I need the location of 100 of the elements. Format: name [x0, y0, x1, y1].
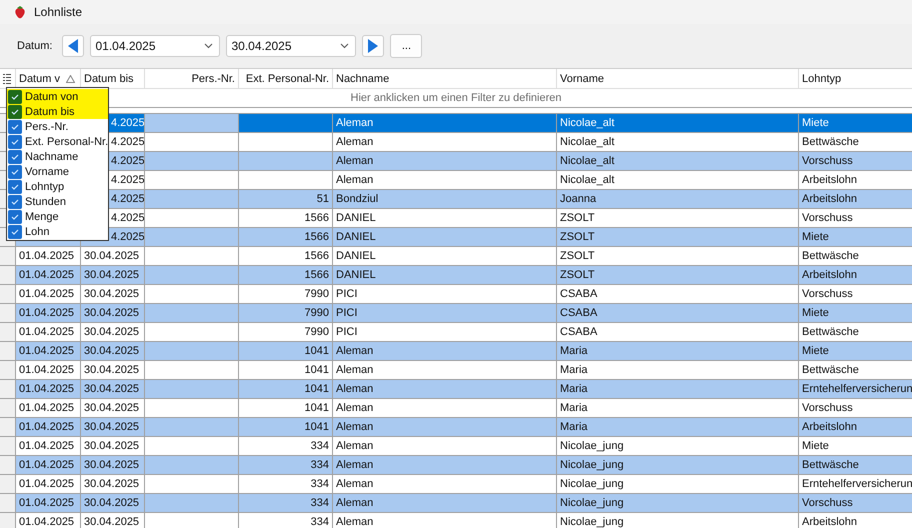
table-cell: ZSOLT	[557, 266, 799, 284]
table-cell: 30.04.2025	[81, 247, 145, 265]
table-cell: Aleman	[333, 513, 557, 528]
table-row[interactable]: 01.04.2025 30.04.2025 1041 Aleman Maria Vorschuss	[0, 399, 912, 418]
checkmark-icon	[11, 108, 19, 114]
checkbox[interactable]	[8, 150, 22, 164]
checkbox[interactable]	[8, 90, 22, 104]
table-cell: Vorschuss	[799, 399, 912, 417]
list-icon	[3, 74, 11, 84]
table-cell: PICI	[333, 285, 557, 303]
table-row[interactable]: 01.04.2025 30.04.2025 334 Aleman Nicolae_jung Miete	[0, 437, 912, 456]
checkbox[interactable]	[8, 120, 22, 134]
table-cell: DANIEL	[333, 209, 557, 227]
table-row[interactable]: 01.04.2025 30.04.2025 1041 Aleman Maria Miete	[0, 342, 912, 361]
date-value: 30.04.2025	[231, 39, 292, 53]
date-from-dropdown[interactable]: 01.04.2025	[90, 35, 220, 57]
table-cell: Bettwäsche	[799, 361, 912, 379]
table-cell: Aleman	[333, 361, 557, 379]
checkbox[interactable]	[8, 194, 22, 208]
table-cell: 01.04.2025	[16, 494, 81, 512]
checkmark-icon	[11, 184, 19, 190]
more-button[interactable]: ...	[390, 34, 422, 58]
column-header[interactable]: Ext. Personal-Nr.	[239, 69, 333, 88]
checkbox[interactable]	[8, 224, 22, 238]
table-cell: 1566	[239, 209, 333, 227]
checkbox[interactable]	[8, 164, 22, 178]
table-cell: 7990	[239, 323, 333, 341]
menu-item-label: Stunden	[25, 196, 66, 208]
left-triangle-icon	[67, 38, 80, 54]
table-row[interactable]: 01.04.2025 30.04.2025 1041 Aleman Maria Erntehelferversicherun	[0, 380, 912, 399]
table-row[interactable]: 01.04.2025 30.04.2025 7990 PICI CSABA Miete	[0, 304, 912, 323]
checkbox[interactable]	[8, 104, 22, 118]
header-label: Pers.-Nr.	[192, 72, 235, 84]
column-header[interactable]: Nachname	[333, 69, 557, 88]
table-cell: Aleman	[333, 437, 557, 455]
menu-item-label: Lohntyp	[25, 180, 64, 192]
header-label: Lohntyp	[802, 72, 842, 84]
table-row[interactable]: 01.04.2025 30.04.2025 1041 Aleman Maria Arbeitslohn	[0, 418, 912, 437]
table-row[interactable]: 01.04.2025 30.04.2025 334 Aleman Nicolae_jung Vorschuss	[0, 494, 912, 513]
table-cell: 334	[239, 494, 333, 512]
table-row[interactable]: 01.04.2025 30.04.2025 7990 PICI CSABA Bettwäsche	[0, 323, 912, 342]
table-cell: Maria	[557, 380, 799, 398]
previous-button[interactable]	[62, 35, 84, 57]
menu-item[interactable]: Datum von	[7, 89, 108, 104]
table-cell: Erntehelferversicherun	[799, 475, 912, 493]
table-cell: DANIEL	[333, 228, 557, 246]
checkmark-icon	[11, 124, 19, 130]
checkmark-icon	[11, 94, 19, 100]
table-cell: 01.04.2025	[16, 266, 81, 284]
table-cell: 1041	[239, 361, 333, 379]
table-cell: ZSOLT	[557, 247, 799, 265]
table-row[interactable]: 01.04.2025 30.04.2025 1566 DANIEL ZSOLT Arbeitslohn	[0, 266, 912, 285]
table-cell: PICI	[333, 304, 557, 322]
menu-item[interactable]: Datum bis	[7, 104, 108, 119]
column-header[interactable]: Pers.-Nr.	[145, 69, 239, 88]
table-cell: 01.04.2025	[16, 475, 81, 493]
date-to-dropdown[interactable]: 30.04.2025	[226, 35, 356, 57]
column-header[interactable]: Vorname	[557, 69, 799, 88]
focused-cell[interactable]	[145, 114, 239, 132]
table-cell: 30.04.2025	[81, 494, 145, 512]
checkbox[interactable]	[8, 210, 22, 224]
table-row[interactable]: 01.04.2025 30.04.2025 1041 Aleman Maria Bettwäsche	[0, 361, 912, 380]
table-cell: 30.04.2025	[81, 380, 145, 398]
menu-item-label: Datum von	[25, 90, 78, 102]
table-cell: 01.04.2025	[16, 361, 81, 379]
table-cell: Aleman	[333, 342, 557, 360]
filter-hint[interactable]: Hier anklicken um einen Filter zu definieren	[350, 92, 562, 104]
table-cell: CSABA	[557, 285, 799, 303]
table-cell: Aleman	[333, 152, 557, 170]
table-cell: 1041	[239, 342, 333, 360]
checkbox[interactable]	[8, 180, 22, 194]
table-cell: Nicolae_jung	[557, 513, 799, 528]
table-cell: CSABA	[557, 323, 799, 341]
table-cell: Nicolae_alt	[557, 152, 799, 170]
table-cell: Aleman	[333, 380, 557, 398]
menu-item-label: Pers.-Nr.	[25, 120, 68, 132]
chevron-down-icon	[204, 43, 214, 49]
table-cell: Arbeitslohn	[799, 418, 912, 436]
table-row[interactable]: 01.04.2025 30.04.2025 7990 PICI CSABA Vorschuss	[0, 285, 912, 304]
table-row[interactable]: 01.04.2025 30.04.2025 334 Aleman Nicolae_jung Erntehelferversicherun	[0, 475, 912, 494]
table-cell: Arbeitslohn	[799, 513, 912, 528]
table-cell: 01.04.2025	[16, 437, 81, 455]
table-row[interactable]: 01.04.2025 30.04.2025 334 Aleman Nicolae_jung Bettwäsche	[0, 456, 912, 475]
table-cell: Aleman	[333, 494, 557, 512]
table-cell: DANIEL	[333, 247, 557, 265]
table-cell: 30.04.2025	[81, 323, 145, 341]
column-header[interactable]: Lohntyp	[799, 69, 912, 88]
strawberry-icon	[14, 5, 26, 19]
table-cell: DANIEL	[333, 266, 557, 284]
table-cell: 30.04.2025	[81, 418, 145, 436]
menu-item-label: Menge	[25, 210, 59, 222]
checkmark-icon	[11, 228, 19, 234]
table-cell: 51	[239, 190, 333, 208]
table-cell: 334	[239, 437, 333, 455]
checkbox[interactable]	[8, 134, 22, 148]
next-button[interactable]	[362, 35, 384, 57]
checkmark-icon	[11, 138, 19, 144]
table-cell: 1566	[239, 266, 333, 284]
table-row[interactable]: 01.04.2025 30.04.2025 1566 DANIEL ZSOLT Bettwäsche	[0, 247, 912, 266]
table-cell: 1566	[239, 247, 333, 265]
